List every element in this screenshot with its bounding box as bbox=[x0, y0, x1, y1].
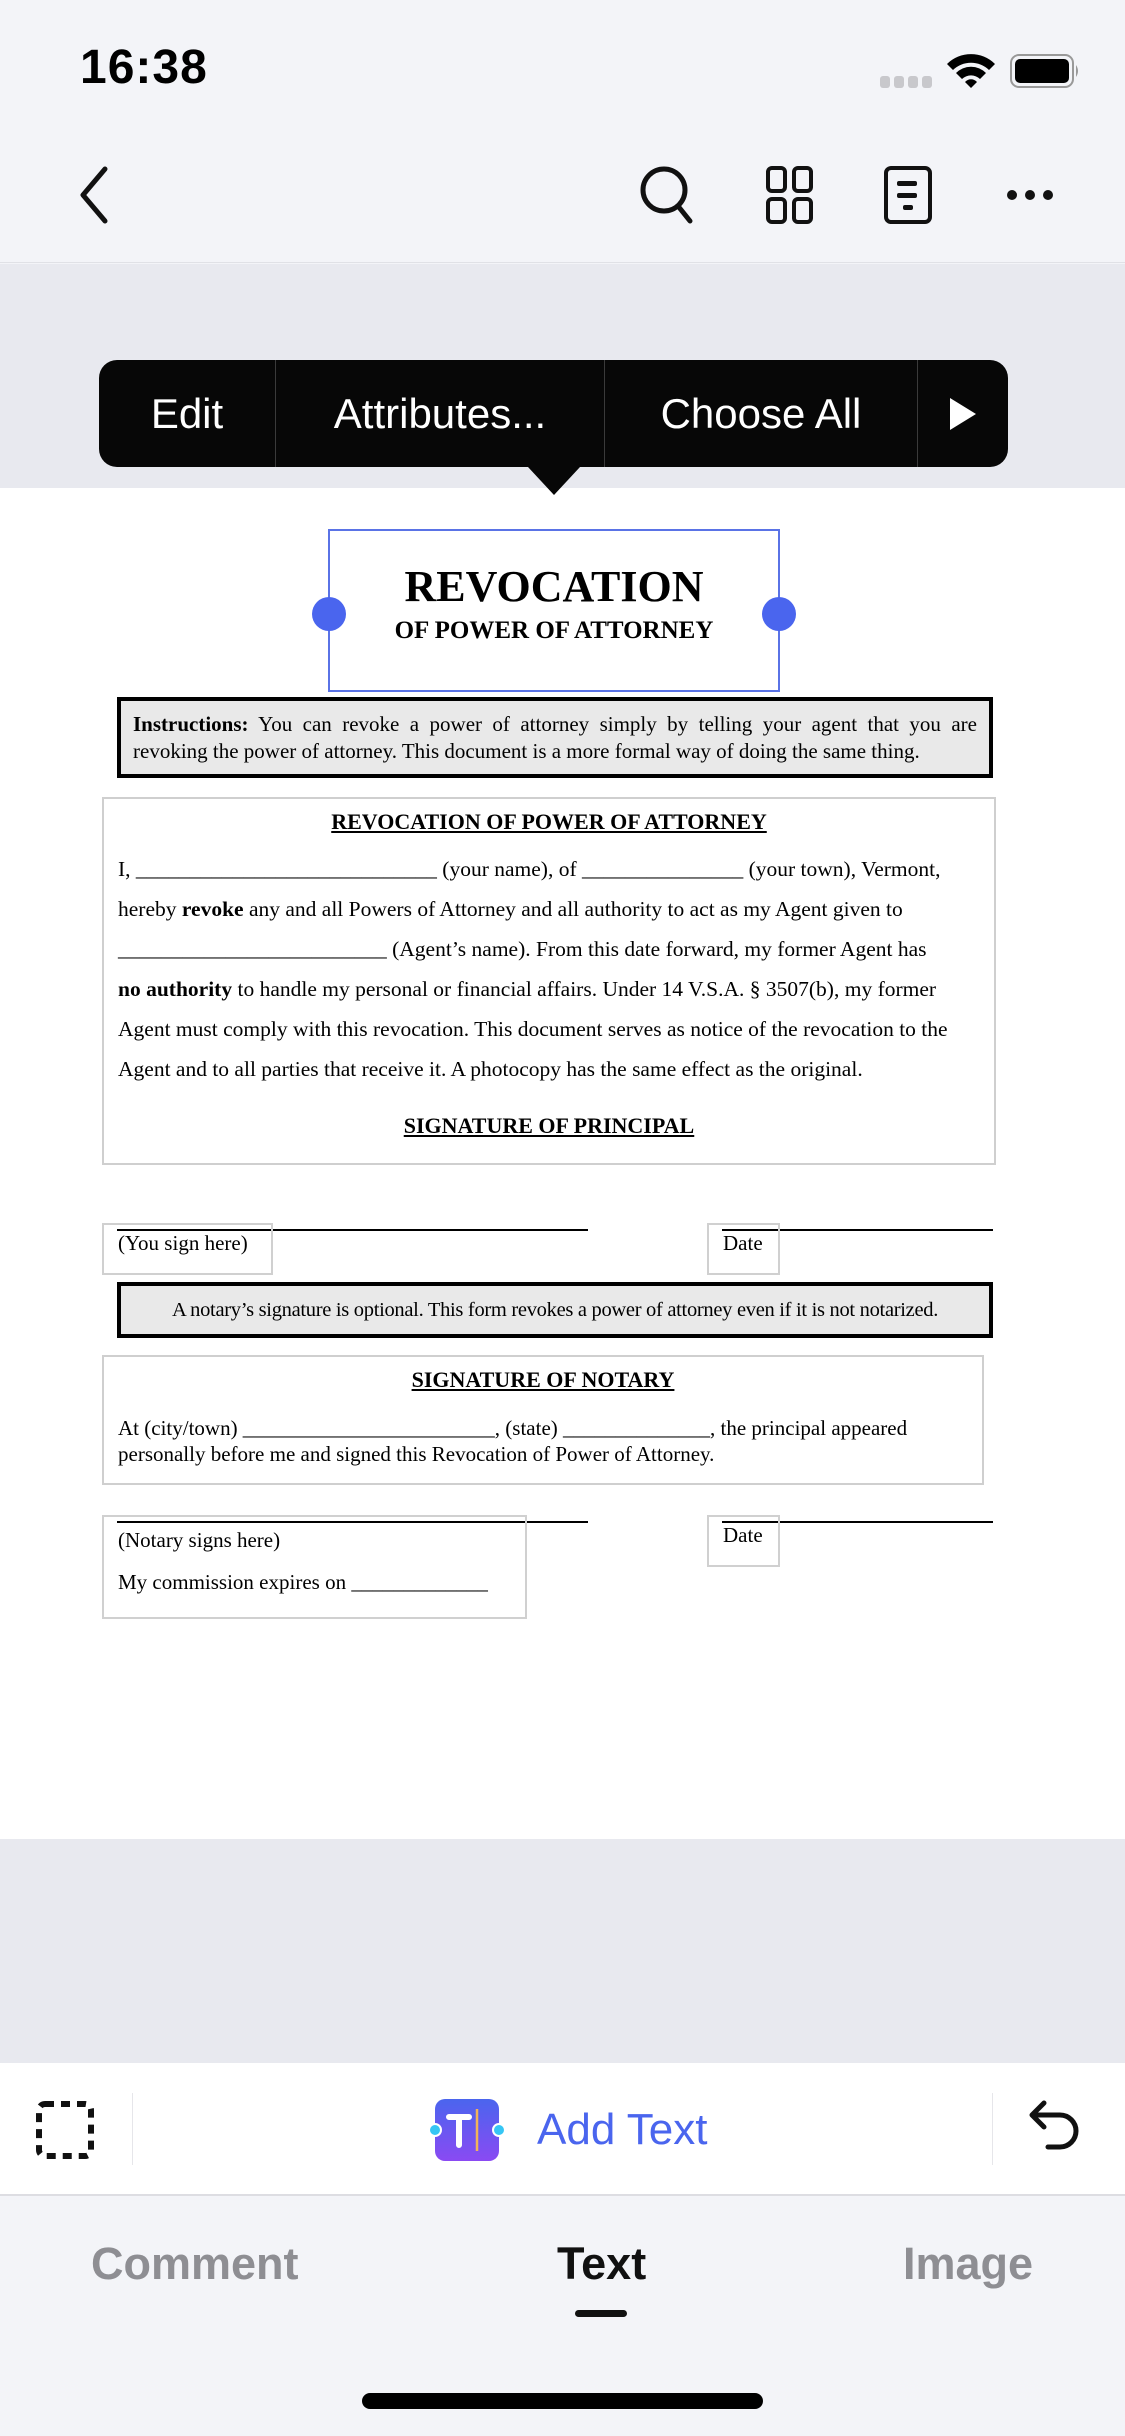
search-button[interactable] bbox=[633, 160, 703, 230]
you-sign-here-field[interactable]: (You sign here) bbox=[102, 1223, 273, 1275]
date-field[interactable]: Date bbox=[707, 1223, 780, 1275]
commission-expires-label: My commission expires on _____________ bbox=[118, 1570, 488, 1594]
document-title: REVOCATION bbox=[404, 562, 704, 611]
body-line: Agent must comply with this revocation. … bbox=[118, 1017, 948, 1041]
select-area-button[interactable] bbox=[30, 2095, 100, 2165]
thumbnails-button[interactable] bbox=[755, 160, 825, 230]
tab-image[interactable]: Image bbox=[903, 2238, 1033, 2290]
notary-line: personally before me and signed this Rev… bbox=[118, 1442, 715, 1466]
menu-more-button[interactable] bbox=[918, 360, 1008, 467]
menu-item-attributes[interactable]: Attributes... bbox=[276, 360, 605, 467]
menu-item-choose-all[interactable]: Choose All bbox=[605, 360, 918, 467]
toolbar-divider bbox=[992, 2093, 993, 2165]
body-line: hereby revoke any and all Powers of Atto… bbox=[118, 897, 903, 921]
notary-notice-box: A notary’s signature is optional. This f… bbox=[117, 1282, 993, 1338]
status-bar: 16:38 bbox=[0, 0, 1125, 130]
document-subtitle: OF POWER OF ATTORNEY bbox=[394, 617, 714, 644]
principal-signature-heading: SIGNATURE OF PRINCIPAL bbox=[403, 1113, 695, 1138]
revocation-body: I, ____________________________ (your na… bbox=[118, 849, 980, 1089]
notary-signature-field[interactable]: (Notary signs here) My commission expire… bbox=[102, 1515, 527, 1619]
context-menu-arrow bbox=[528, 467, 580, 495]
body-line: Agent and to all parties that receive it… bbox=[118, 1057, 863, 1081]
nav-bar bbox=[0, 130, 1125, 263]
outline-button[interactable] bbox=[873, 160, 943, 230]
document-outline-icon bbox=[884, 166, 932, 224]
selection-handle-left[interactable] bbox=[312, 597, 346, 631]
menu-item-edit[interactable]: Edit bbox=[99, 360, 276, 467]
more-button[interactable] bbox=[995, 160, 1065, 230]
play-right-icon bbox=[950, 397, 976, 430]
document-canvas[interactable]: Edit Attributes... Choose All REVOCATION… bbox=[0, 264, 1125, 2146]
undo-icon bbox=[1029, 2100, 1079, 2150]
notary-line: At (city/town) ________________________,… bbox=[118, 1416, 908, 1440]
dashed-selection-icon bbox=[36, 2101, 94, 2159]
selected-text-box[interactable]: REVOCATION OF POWER OF ATTORNEY bbox=[312, 529, 796, 692]
tab-comment[interactable]: Comment bbox=[91, 2238, 299, 2290]
instructions-box: Instructions: You can revoke a power of … bbox=[117, 697, 993, 778]
battery-icon bbox=[1010, 54, 1078, 88]
cellular-signal-icon bbox=[880, 76, 932, 88]
active-tab-indicator bbox=[575, 2310, 627, 2317]
instructions-text: You can revoke a power of attorney simpl… bbox=[133, 712, 977, 763]
add-text-label: Add Text bbox=[537, 2105, 708, 2154]
body-line: I, ____________________________ (your na… bbox=[118, 857, 941, 881]
notary-date-field[interactable]: Date bbox=[707, 1515, 780, 1567]
pdf-page[interactable]: REVOCATION OF POWER OF ATTORNEY Instruct… bbox=[0, 488, 1125, 1839]
more-icon bbox=[1007, 190, 1053, 200]
search-icon bbox=[640, 166, 693, 224]
home-indicator bbox=[362, 2393, 763, 2409]
context-menu: Edit Attributes... Choose All bbox=[99, 360, 1008, 467]
undo-button[interactable] bbox=[1020, 2095, 1090, 2165]
notary-signs-here-label: (Notary signs here) bbox=[118, 1528, 281, 1552]
notary-section: SIGNATURE OF NOTARY At (city/town) _____… bbox=[102, 1355, 984, 1485]
tab-text[interactable]: Text bbox=[557, 2238, 646, 2290]
wifi-icon bbox=[947, 54, 995, 88]
back-button[interactable] bbox=[60, 160, 130, 230]
chevron-left-icon bbox=[80, 166, 108, 224]
revocation-section: REVOCATION OF POWER OF ATTORNEY I, _____… bbox=[102, 797, 996, 1165]
selection-handle-right[interactable] bbox=[762, 597, 796, 631]
revocation-heading: REVOCATION OF POWER OF ATTORNEY bbox=[331, 809, 767, 834]
body-line: no authority to handle my personal or fi… bbox=[118, 977, 937, 1001]
notary-heading: SIGNATURE OF NOTARY bbox=[411, 1367, 675, 1392]
add-text-button[interactable]: Add Text bbox=[425, 2099, 707, 2161]
toolbar-divider bbox=[132, 2093, 133, 2165]
edit-toolbar: Add Text bbox=[0, 2063, 1125, 2196]
body-line: _________________________ (Agent’s name)… bbox=[118, 937, 927, 961]
status-time: 16:38 bbox=[80, 41, 208, 94]
grid-icon bbox=[766, 166, 813, 224]
instructions-label: Instructions: bbox=[133, 712, 249, 736]
add-text-icon bbox=[428, 2099, 506, 2161]
